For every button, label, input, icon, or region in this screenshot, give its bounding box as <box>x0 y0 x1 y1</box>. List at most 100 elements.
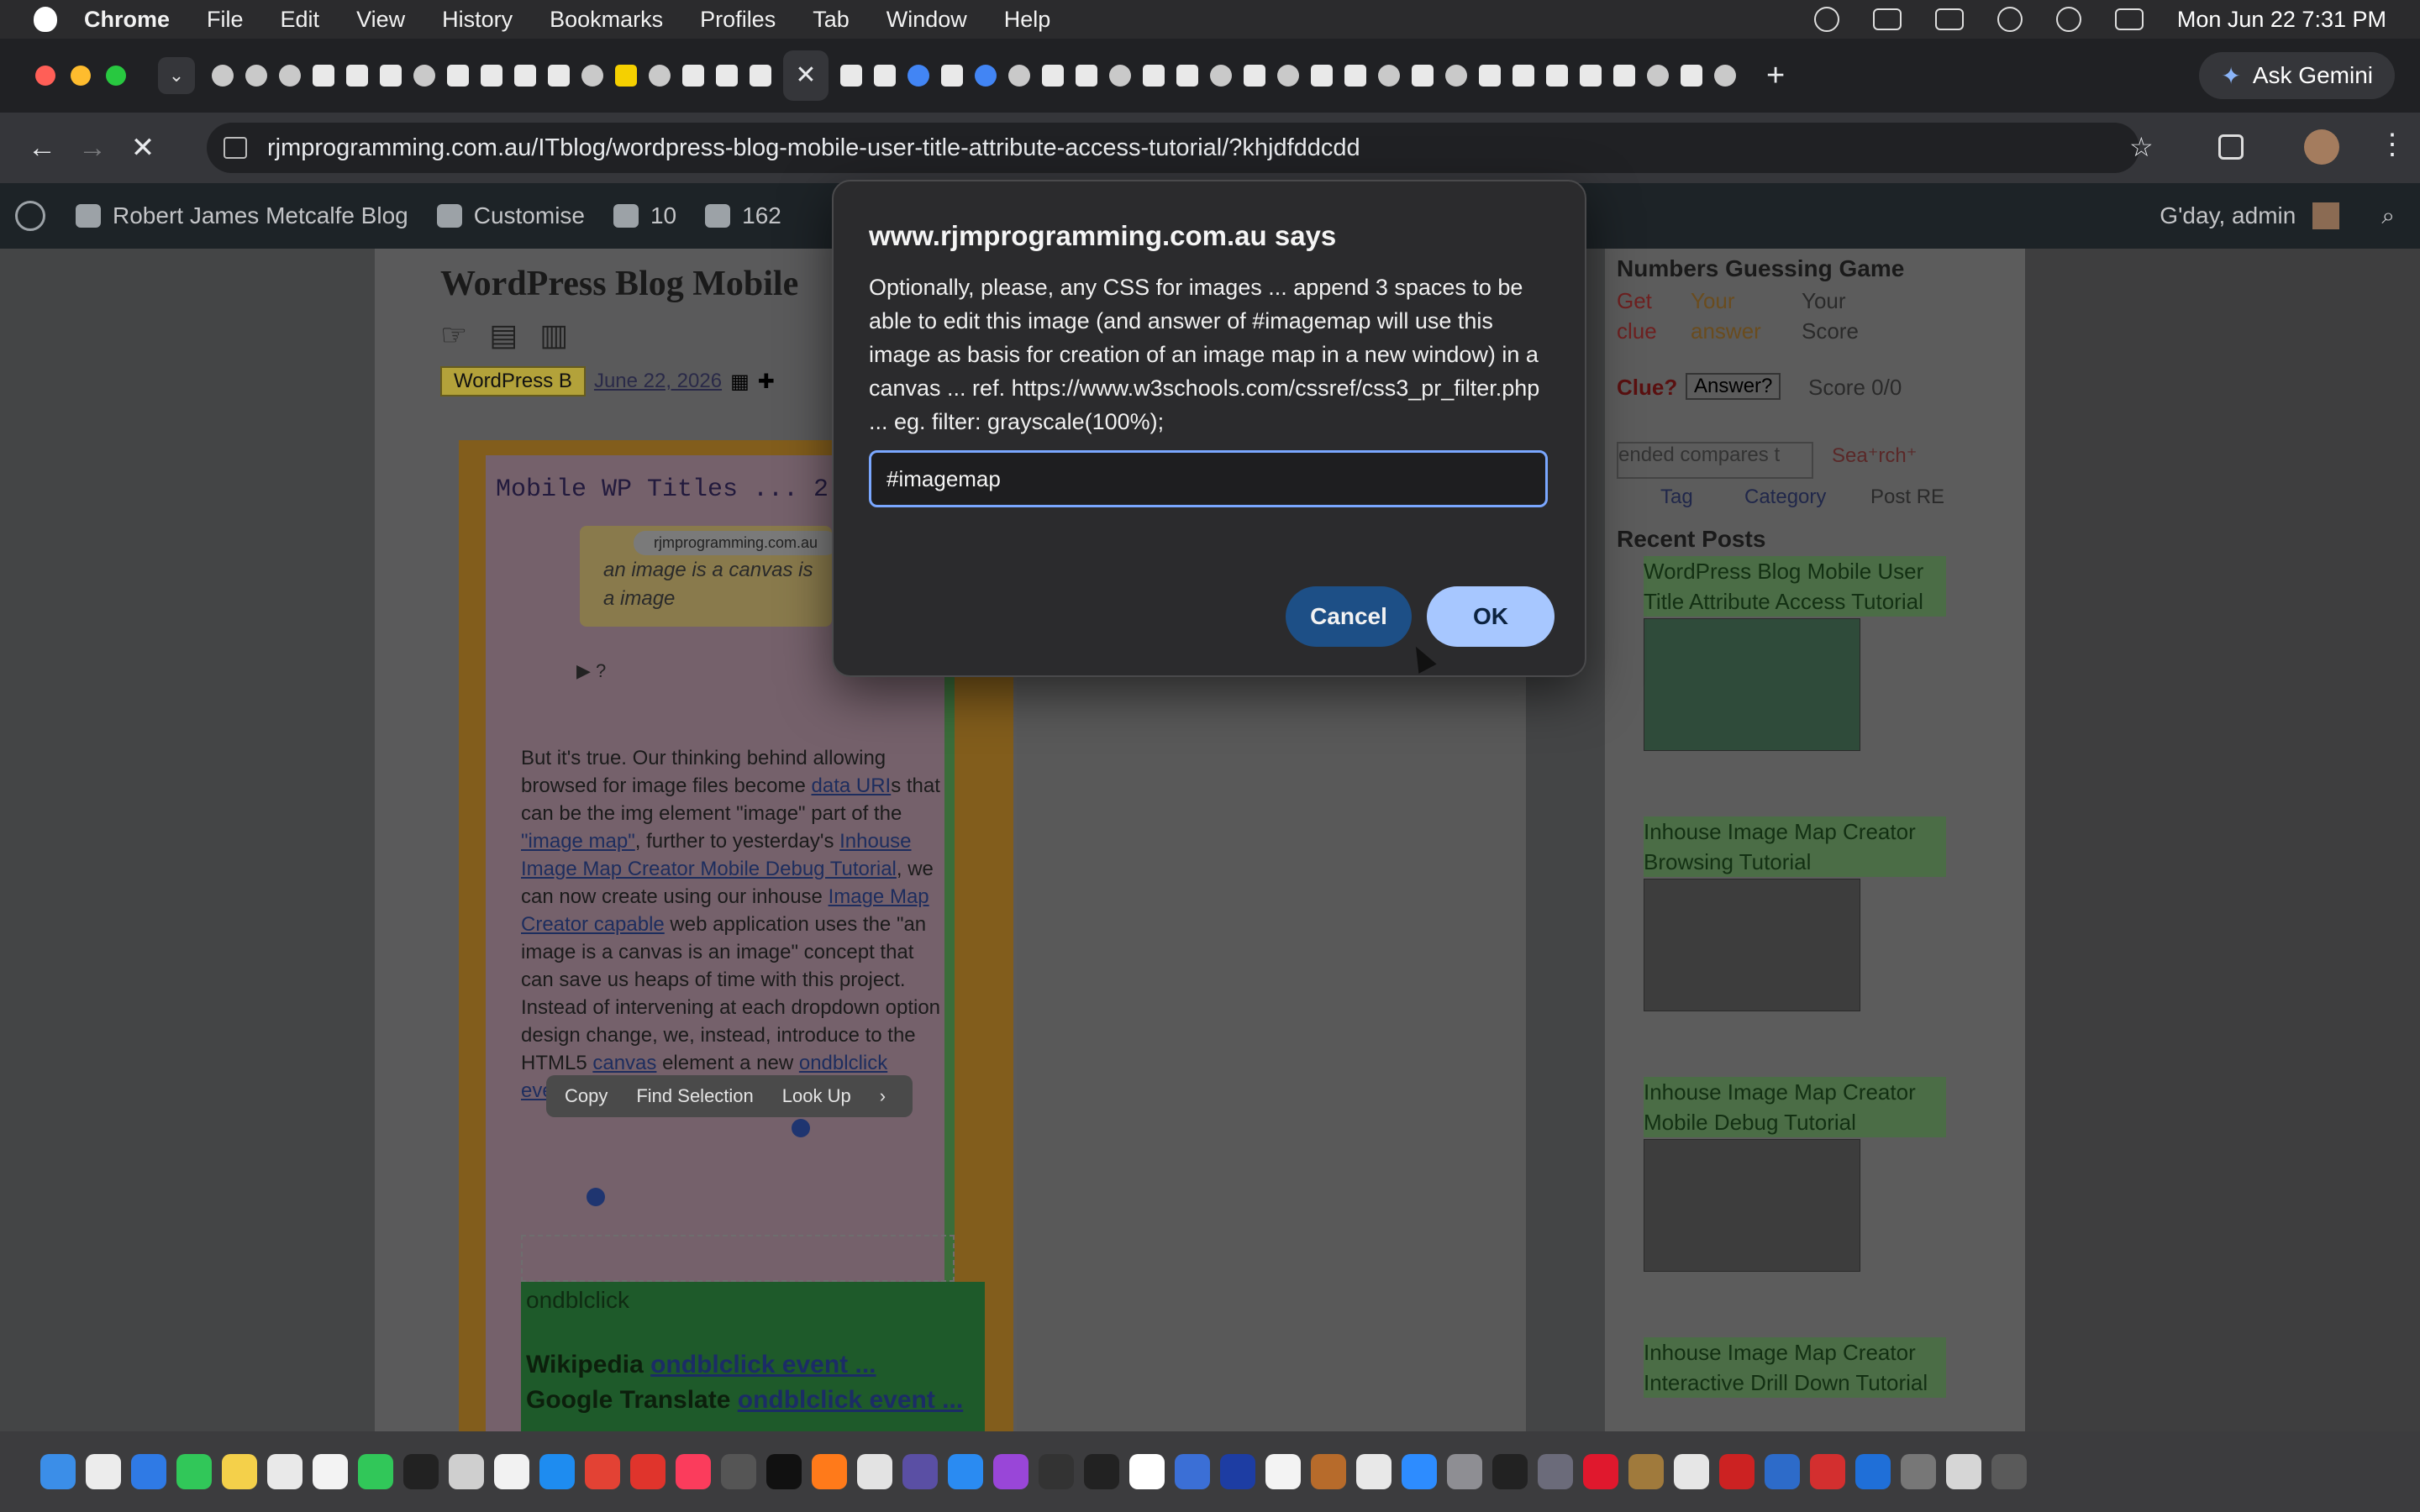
wp-customise-link[interactable]: Customise <box>436 202 585 229</box>
pointing-hand-icon[interactable]: ☞ <box>440 318 467 353</box>
wp-site-link[interactable]: Robert James Metcalfe Blog <box>76 202 408 229</box>
forward-button[interactable]: → <box>67 132 118 165</box>
copy-menu-item[interactable]: Copy <box>565 1085 608 1107</box>
system-settings-icon[interactable] <box>1447 1454 1482 1489</box>
notes-icon[interactable] <box>222 1454 257 1489</box>
tab-favicon[interactable] <box>1244 65 1265 87</box>
safari-icon[interactable] <box>857 1454 892 1489</box>
tab-favicon[interactable] <box>941 65 963 87</box>
freeform-icon[interactable] <box>313 1454 348 1489</box>
tab-favicon[interactable] <box>1546 65 1568 87</box>
control-center-icon[interactable] <box>2114 8 2144 30</box>
selection-end-handle[interactable] <box>587 1188 605 1206</box>
archive-icon[interactable] <box>1628 1454 1664 1489</box>
tab-favicon[interactable] <box>874 65 896 87</box>
tab-favicon[interactable] <box>840 65 862 87</box>
zoom-window-icon[interactable] <box>106 66 126 86</box>
tab-favicon[interactable] <box>615 65 637 87</box>
finder-icon[interactable] <box>40 1454 76 1489</box>
terminal-alt-icon[interactable] <box>1084 1454 1119 1489</box>
console-icon[interactable] <box>1039 1454 1074 1489</box>
messages-icon[interactable] <box>176 1454 212 1489</box>
tab-favicon[interactable] <box>481 65 502 87</box>
tab-favicon[interactable] <box>212 65 234 87</box>
admin-avatar[interactable] <box>2312 202 2340 229</box>
tab-favicon[interactable] <box>1412 65 1434 87</box>
url-text[interactable]: rjmprogramming.com.au/ITblog/wordpress-b… <box>267 134 1360 162</box>
menu-help[interactable]: Help <box>1004 7 1051 33</box>
cancel-button[interactable]: Cancel <box>1286 586 1412 647</box>
tab-favicon[interactable] <box>1378 65 1400 87</box>
apple-tv-icon[interactable] <box>766 1454 802 1489</box>
menu-bookmarks[interactable]: Bookmarks <box>550 7 663 33</box>
prompt-input[interactable] <box>869 450 1548 507</box>
battery-icon[interactable] <box>1934 8 1964 30</box>
menubar-clock[interactable]: Mon Jun 22 7:31 PM <box>2177 7 2386 33</box>
recent-post-link[interactable]: Inhouse Image Map Creator Interactive Dr… <box>1644 1337 1946 1398</box>
recent-post-link[interactable]: Inhouse Image Map Creator Mobile Debug T… <box>1644 1077 1946 1137</box>
tab-search-button[interactable]: ⌄ <box>158 57 195 94</box>
acrobat-icon[interactable] <box>585 1454 620 1489</box>
sidebar-search-input[interactable]: ended compares t <box>1617 442 1813 479</box>
tab-favicon[interactable] <box>413 65 435 87</box>
scissors-icon[interactable] <box>1719 1454 1754 1489</box>
xcode-icon[interactable] <box>1765 1454 1800 1489</box>
settings-tab-icon[interactable] <box>1647 65 1669 87</box>
bbedit-icon[interactable] <box>902 1454 938 1489</box>
post-date[interactable]: June 22, 2026 <box>594 370 722 393</box>
link-data-uri[interactable]: data URI <box>812 774 892 797</box>
plus-icon[interactable]: ✚ <box>758 370 775 394</box>
tab-favicon[interactable] <box>245 65 267 87</box>
chrome-menu-icon[interactable]: ⋮ <box>2378 128 2407 161</box>
safari-alt-icon[interactable] <box>948 1454 983 1489</box>
calculator-icon[interactable] <box>449 1454 484 1489</box>
calendar-icon[interactable]: ▦ <box>730 370 750 394</box>
apple-menu-icon[interactable] <box>34 7 57 32</box>
bluetooth-icon[interactable] <box>1855 1454 1891 1489</box>
profile-avatar[interactable] <box>2304 129 2339 165</box>
filezilla-icon[interactable] <box>630 1454 666 1489</box>
menu-profiles[interactable]: Profiles <box>700 7 776 33</box>
recent-post-link[interactable]: WordPress Blog Mobile User Title Attribu… <box>1644 556 1946 617</box>
tab-favicon[interactable] <box>279 65 301 87</box>
tag-radio[interactable]: Tag <box>1660 486 1693 509</box>
menu-view[interactable]: View <box>356 7 405 33</box>
wp-updates-link[interactable]: 10 <box>613 202 676 229</box>
wifi-icon[interactable] <box>1996 7 2023 32</box>
menu-edit[interactable]: Edit <box>281 7 320 33</box>
app-store-icon[interactable] <box>539 1454 575 1489</box>
category-radio[interactable]: Category <box>1744 486 1826 509</box>
back-button[interactable]: ← <box>17 132 67 165</box>
extensions-icon[interactable] <box>2218 134 2244 160</box>
history-tab-icon[interactable] <box>1008 65 1030 87</box>
opera-icon[interactable] <box>1583 1454 1618 1489</box>
search-radio[interactable]: Sea⁺rch⁺ <box>1832 444 1917 468</box>
tab-favicon[interactable] <box>1277 65 1299 87</box>
recent-post-thumbnail[interactable] <box>1644 1139 1860 1272</box>
zoom-icon[interactable] <box>1402 1454 1437 1489</box>
toolbox-icon[interactable] <box>1810 1454 1845 1489</box>
textedit-icon[interactable] <box>494 1454 529 1489</box>
ok-button[interactable]: OK <box>1427 586 1555 647</box>
chevron-right-icon[interactable]: › <box>880 1085 886 1107</box>
screenshot-icon[interactable] <box>1901 1454 1936 1489</box>
tab-favicon[interactable] <box>649 65 671 87</box>
bookmark-star-icon[interactable]: ☆ <box>2129 131 2154 163</box>
reminders-icon[interactable] <box>86 1454 121 1489</box>
details-toggle[interactable]: ▶ ? <box>576 660 606 682</box>
selection-start-handle[interactable] <box>792 1119 810 1137</box>
answer-select[interactable]: Answer? <box>1686 373 1781 400</box>
tab-favicon[interactable] <box>1143 65 1165 87</box>
tab-favicon[interactable] <box>1479 65 1501 87</box>
post-re-checkbox[interactable]: Post RE <box>1870 486 1944 509</box>
wikipedia-link[interactable]: ondblclick event ... <box>650 1351 876 1378</box>
keyboard-viewer-icon[interactable] <box>1946 1454 1981 1489</box>
intellij-icon[interactable] <box>1220 1454 1255 1489</box>
wordpress-logo-icon[interactable] <box>15 201 45 231</box>
menu-window[interactable]: Window <box>886 7 967 33</box>
tab-favicon[interactable] <box>380 65 402 87</box>
recent-post-thumbnail[interactable] <box>1644 618 1860 751</box>
new-tab-button[interactable]: + <box>1766 58 1785 94</box>
category-badge[interactable]: WordPress B <box>440 366 586 396</box>
recent-post-thumbnail[interactable] <box>1644 879 1860 1011</box>
